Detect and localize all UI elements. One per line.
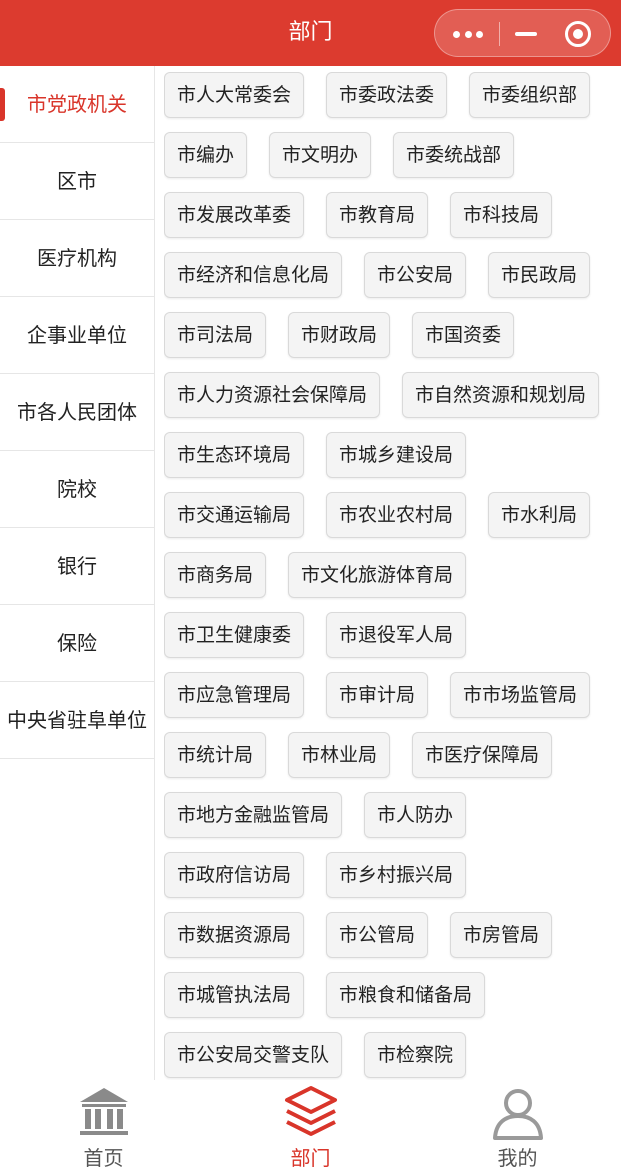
tab-departments[interactable]: 部门 [207,1080,414,1170]
department-tag[interactable]: 市数据资源局 [164,912,305,958]
sidebar-item-label: 银行 [57,554,97,578]
department-tag[interactable]: 市应急管理局 [164,672,305,718]
department-tag[interactable]: 市检察院 [364,1032,467,1078]
department-tag[interactable]: 市国资委 [412,312,515,358]
more-dots-icon[interactable] [453,28,483,40]
department-tag[interactable]: 市审计局 [326,672,429,718]
department-tag[interactable]: 市粮食和储备局 [326,972,486,1018]
sidebar-item-central-units[interactable]: 中央省驻阜单位 [0,682,154,759]
tab-label: 部门 [290,1146,331,1170]
department-tag[interactable]: 市乡村振兴局 [326,852,467,898]
department-tag[interactable]: 市财政局 [288,312,391,358]
minimize-icon[interactable] [515,32,537,36]
department-tag[interactable]: 市发展改革委 [164,192,305,238]
department-tag[interactable]: 市林业局 [288,732,391,778]
department-tag[interactable]: 市医疗保障局 [412,732,553,778]
mini-program-capsule [434,9,611,57]
department-tag[interactable]: 市人大常委会 [164,72,305,118]
department-tag[interactable]: 市农业农村局 [326,492,467,538]
department-tag[interactable]: 市人防办 [364,792,467,838]
department-tag[interactable]: 市城乡建设局 [326,432,467,478]
nav-header: 部门 [0,0,621,66]
department-tag[interactable]: 市政府信访局 [164,852,305,898]
department-tag-grid: 市人大常委会 市委政法委 市委组织部市编办 市文明办 市委统战部市发展改革委 市教育局 市科… [164,72,614,1078]
sidebar-item-party-government[interactable]: 市党政机关 [0,66,154,143]
department-tag[interactable]: 市教育局 [326,192,429,238]
sidebar-item-medical[interactable]: 医疗机构 [0,220,154,297]
department-tag[interactable]: 市科技局 [450,192,553,238]
sidebar-item-enterprises[interactable]: 企事业单位 [0,297,154,374]
department-tag[interactable]: 市委组织部 [469,72,591,118]
sidebar-item-schools[interactable]: 院校 [0,451,154,528]
department-tag[interactable]: 市水利局 [488,492,591,538]
sidebar-item-label: 企事业单位 [27,323,127,347]
department-tag[interactable]: 市交通运输局 [164,492,305,538]
department-tag[interactable]: 市人力资源社会保障局 [164,372,381,418]
sidebar-item-label: 保险 [57,631,97,655]
department-list: 市人大常委会 市委政法委 市委组织部市编办 市文明办 市委统战部市发展改革委 市教育局 市科… [164,72,614,1080]
sidebar-item-label: 区市 [57,169,97,193]
department-tag[interactable]: 市地方金融监管局 [164,792,343,838]
sidebar-item-label: 市党政机关 [27,92,127,116]
department-tag[interactable]: 市房管局 [450,912,553,958]
department-tag[interactable]: 市自然资源和规划局 [402,372,600,418]
bank-building-icon [80,1088,128,1135]
user-icon [493,1089,543,1140]
department-tag[interactable]: 市司法局 [164,312,267,358]
sidebar-item-label: 中央省驻阜单位 [7,708,147,732]
sidebar-item-label: 市各人民团体 [17,400,137,424]
department-tag[interactable]: 市退役军人局 [326,612,467,658]
target-close-icon[interactable] [565,21,591,47]
tab-home[interactable]: 首页 [0,1080,207,1170]
category-sidebar: 市党政机关 区市 医疗机构 企事业单位 市各人民团体 院校 银行 保险 中央省驻… [0,66,155,1080]
department-tag[interactable]: 市商务局 [164,552,267,598]
department-tag[interactable]: 市公安局交警支队 [164,1032,343,1078]
sidebar-item-districts[interactable]: 区市 [0,143,154,220]
sidebar-item-people-groups[interactable]: 市各人民团体 [0,374,154,451]
tab-mine[interactable]: 我的 [414,1080,621,1170]
bottom-tabbar: 首页 部门 我的 [0,1080,621,1170]
department-tag[interactable]: 市统计局 [164,732,267,778]
sidebar-item-banks[interactable]: 银行 [0,528,154,605]
department-tag[interactable]: 市委政法委 [326,72,448,118]
department-tag[interactable]: 市生态环境局 [164,432,305,478]
tab-label: 首页 [83,1146,124,1170]
layers-icon [285,1086,337,1136]
tab-label: 我的 [497,1146,538,1170]
department-tag[interactable]: 市编办 [164,132,248,178]
department-tag[interactable]: 市卫生健康委 [164,612,305,658]
department-tag[interactable]: 市民政局 [488,252,591,298]
department-tag[interactable]: 市公安局 [364,252,467,298]
department-tag[interactable]: 市市场监管局 [450,672,591,718]
department-tag[interactable]: 市文明办 [269,132,372,178]
capsule-divider [499,22,500,46]
sidebar-item-label: 医疗机构 [37,246,117,270]
sidebar-item-insurance[interactable]: 保险 [0,605,154,682]
sidebar-item-label: 院校 [57,477,97,501]
department-tag[interactable]: 市城管执法局 [164,972,305,1018]
department-tag[interactable]: 市文化旅游体育局 [288,552,467,598]
department-tag[interactable]: 市公管局 [326,912,429,958]
department-tag[interactable]: 市委统战部 [393,132,515,178]
department-tag[interactable]: 市经济和信息化局 [164,252,343,298]
